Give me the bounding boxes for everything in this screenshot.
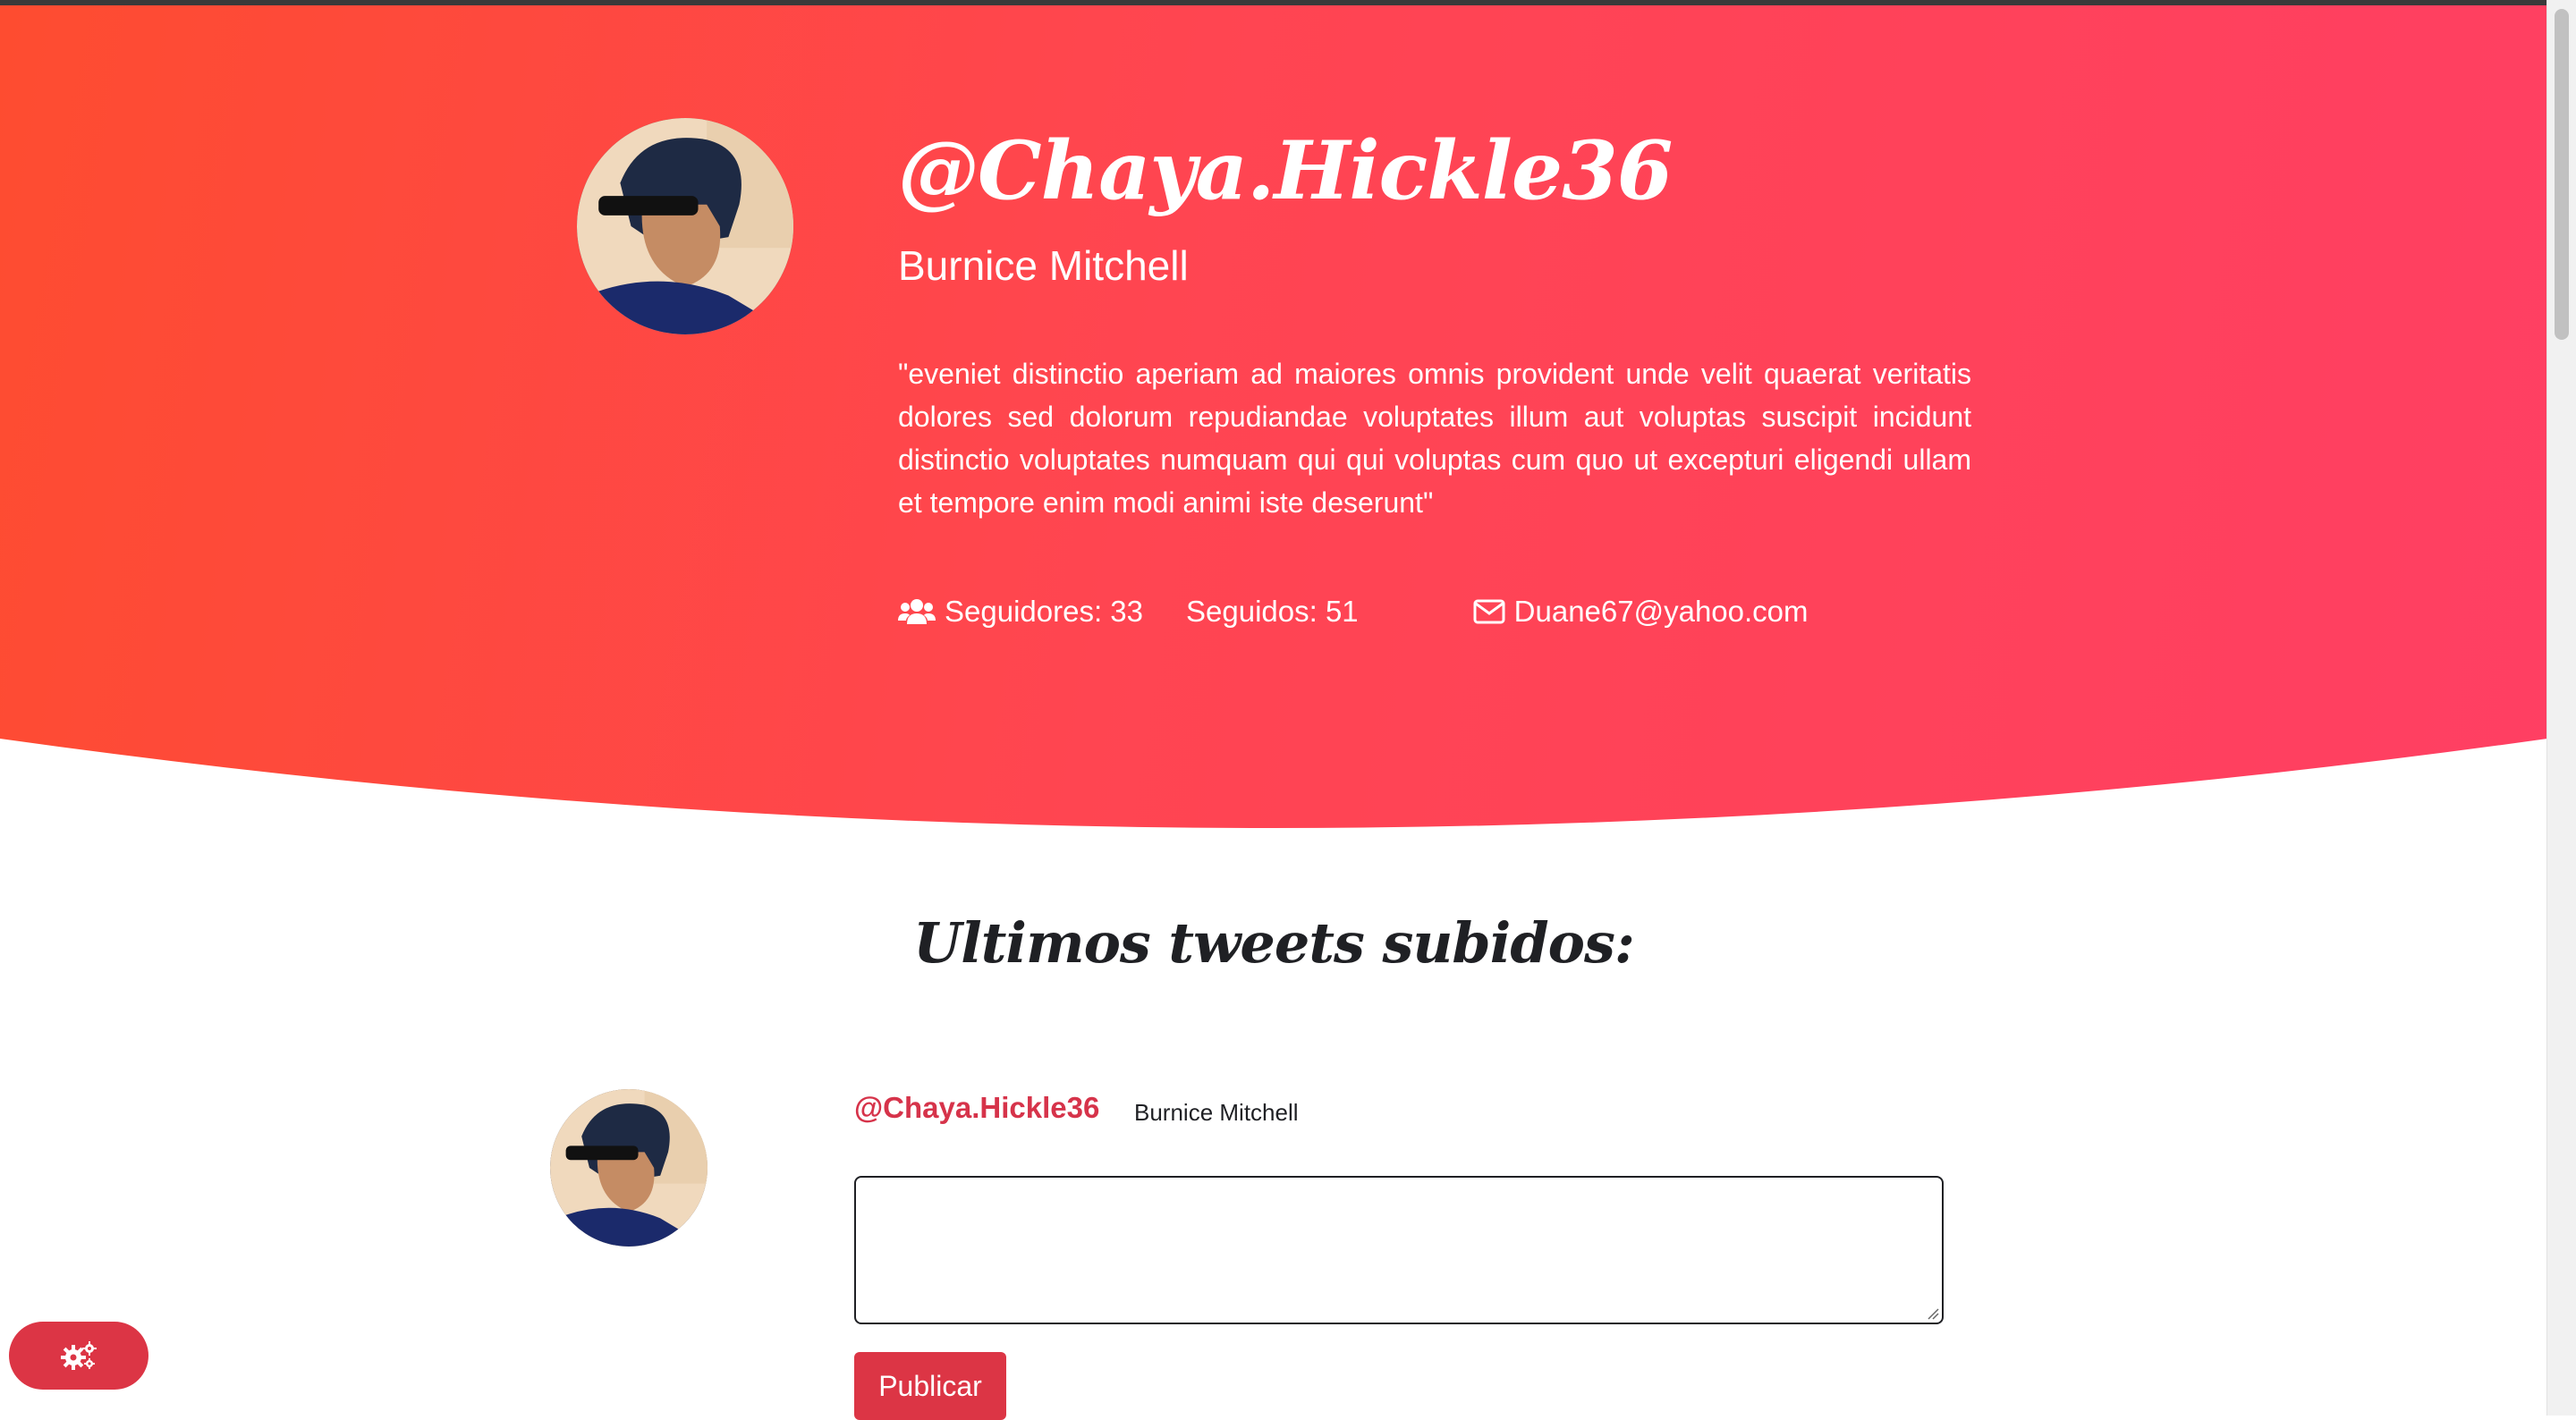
followers-count[interactable]: Seguidores: 33 (898, 595, 1143, 629)
settings-button[interactable] (9, 1322, 148, 1390)
compose-avatar[interactable] (550, 1089, 708, 1247)
scrollbar-thumb[interactable] (2555, 9, 2569, 340)
profile-avatar[interactable] (577, 118, 793, 334)
profile-email[interactable]: Duane67@yahoo.com (1473, 595, 1809, 629)
publish-button[interactable]: Publicar (854, 1352, 1006, 1420)
profile-full-name: Burnice Mitchell (898, 242, 1189, 289)
email-label: Duane67@yahoo.com (1513, 595, 1809, 628)
resize-grip-icon[interactable] (1927, 1307, 1939, 1320)
profile-username: @Chaya.Hickle36 (898, 123, 1673, 218)
followers-label: Seguidores: 33 (945, 595, 1143, 628)
envelope-icon (1473, 599, 1505, 624)
profile-stats: Seguidores: 33 Seguidos: 51 Duane67@yaho… (898, 590, 1809, 633)
profile-bio: "eveniet distinctio aperiam ad maiores o… (898, 358, 1971, 519)
compose-username[interactable]: @Chaya.Hickle36 (854, 1091, 1099, 1125)
following-label: Seguidos: 51 (1186, 595, 1359, 628)
tweet-input[interactable] (854, 1176, 1944, 1324)
gears-icon (61, 1341, 97, 1370)
following-count[interactable]: Seguidos: 51 (1186, 595, 1359, 629)
header-curve (0, 739, 2547, 846)
compose-full-name: Burnice Mitchell (1134, 1099, 1299, 1126)
page-scrollbar[interactable] (2546, 0, 2576, 1416)
latest-tweets-heading: Ultimos tweets subidos: (913, 910, 1635, 976)
users-icon (898, 599, 936, 624)
